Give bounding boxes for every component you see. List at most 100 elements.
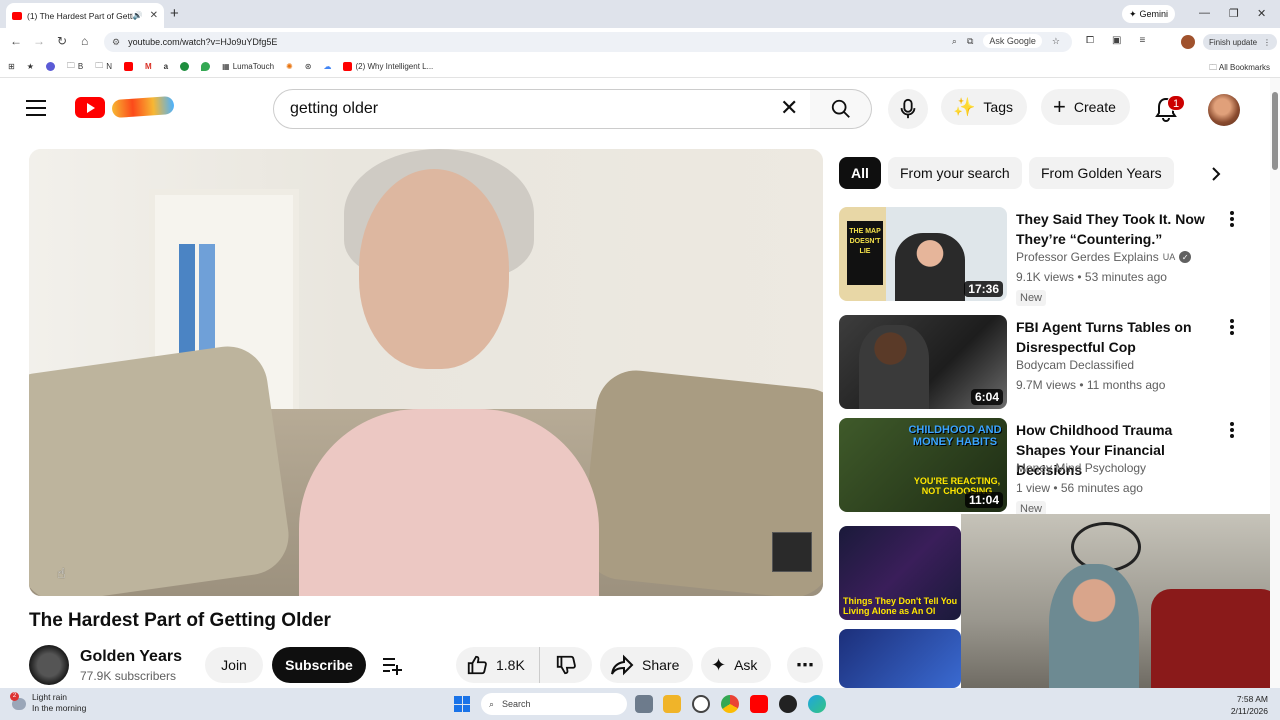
apps-grid-icon[interactable]: ⊞ [8, 62, 15, 71]
app-icon[interactable] [692, 695, 710, 713]
create-button[interactable]: + Create [1041, 89, 1130, 125]
home-icon[interactable]: ⌂ [81, 34, 88, 48]
recommendation-item[interactable]: CHILDHOOD AND MONEY HABITS YOU'RE REACTI… [839, 418, 1249, 517]
bookmark-youtube-video[interactable]: (2) Why Intelligent L... [343, 62, 433, 71]
share-button[interactable]: Share [600, 647, 694, 683]
bookmark-lumatouch[interactable]: ▦ LumaTouch [222, 62, 274, 71]
close-tab-icon[interactable]: ✕ [150, 10, 158, 21]
kebab-menu-icon[interactable]: ⋮ [1263, 38, 1271, 47]
youtube-app-icon[interactable] [750, 695, 768, 713]
recommendation-item[interactable]: 6:04 FBI Agent Turns Tables on Disrespec… [839, 315, 1249, 411]
chip-from-your-search[interactable]: From your search [888, 157, 1022, 189]
dislike-button[interactable] [540, 654, 592, 676]
youtube-logo-icon[interactable] [75, 97, 105, 118]
more-vertical-icon[interactable] [1225, 317, 1239, 337]
recommendation-thumbnail[interactable]: CHILDHOOD AND MONEY HABITS YOU'RE REACTI… [839, 418, 1007, 512]
all-bookmarks-button[interactable]: 🗀 All Bookmarks [1209, 62, 1270, 76]
more-vertical-icon[interactable] [1225, 420, 1239, 440]
minimize-icon[interactable]: — [1199, 7, 1210, 19]
search-input[interactable]: getting older [273, 89, 823, 129]
add-to-playlist-button[interactable] [377, 647, 407, 683]
reload-icon[interactable]: ↻ [57, 34, 67, 48]
install-icon[interactable]: ⧉ [967, 36, 973, 47]
chip-all[interactable]: All [839, 157, 881, 189]
forward-icon[interactable]: → [33, 34, 45, 48]
search-button[interactable] [810, 89, 872, 129]
browser-tab-active[interactable]: (1) The Hardest Part of Getti 🔊 ✕ [6, 3, 164, 28]
bookmark-cloud[interactable]: ☁ [323, 62, 331, 71]
gemini-button[interactable]: ✦ Gemini [1122, 5, 1176, 23]
bookmark-phone[interactable] [180, 62, 190, 71]
chatgpt-icon[interactable] [779, 695, 797, 713]
chip-next-button[interactable] [1200, 158, 1232, 190]
zoom-icon[interactable]: ⌕ [952, 36, 957, 47]
join-button[interactable]: Join [205, 647, 263, 683]
weather-widget[interactable]: 2 Light rain In the morning [10, 692, 86, 714]
like-button[interactable]: 1.8K [456, 647, 540, 683]
browser-profile-avatar[interactable] [1181, 35, 1195, 49]
taskbar-search[interactable]: ⌕ Search [481, 693, 627, 715]
bookmark-folder-n[interactable]: 🗀 N [95, 60, 112, 74]
channel-watermark-logo[interactable] [772, 532, 812, 572]
bookmark-youtube[interactable] [124, 62, 133, 71]
bookmark-maps[interactable] [201, 62, 211, 71]
more-vertical-icon[interactable] [1225, 209, 1239, 229]
thumbnail-person [859, 325, 929, 409]
bookmark-sun[interactable]: ✺ [286, 62, 293, 71]
bookmark-item[interactable] [45, 62, 55, 71]
file-explorer-icon[interactable] [663, 695, 681, 713]
recommendation-thumbnail[interactable]: THE MAP DOESN'T LIE 17:36 [839, 207, 1007, 301]
channel-name[interactable]: Golden Years [80, 648, 182, 666]
address-bar[interactable]: ⚙ youtube.com/watch?v=HJo9uYDfg5E ⌕ ⧉ As… [104, 32, 1072, 52]
more-actions-button[interactable]: ⋯ [787, 647, 823, 683]
thumbs-down-icon [556, 655, 576, 675]
ask-google-label: Ask Google [989, 36, 1036, 46]
recommendation-channel[interactable]: Bodycam Declassified [1016, 358, 1134, 372]
finish-update-button[interactable]: Finish update ⋮ [1203, 34, 1278, 50]
ask-google-button[interactable]: Ask Google [983, 34, 1042, 48]
recommendation-title[interactable]: FBI Agent Turns Tables on Disrespectful … [1016, 317, 1221, 357]
chrome-icon[interactable] [721, 695, 739, 713]
back-icon[interactable]: ← [10, 34, 22, 48]
edge-icon[interactable] [808, 695, 826, 713]
bookmark-amazon[interactable]: a [164, 62, 168, 71]
recommendation-title[interactable]: They Said They Took It. Now They’re “Cou… [1016, 209, 1221, 249]
close-window-icon[interactable]: ✕ [1257, 7, 1266, 20]
recommendation-item[interactable]: THE MAP DOESN'T LIE 17:36 They Said They… [839, 207, 1249, 306]
bookmark-folder-b[interactable]: 🗀 B [67, 60, 83, 74]
speaker-icon[interactable]: 🔊 [133, 11, 143, 20]
scrollbar-thumb[interactable] [1272, 92, 1278, 170]
recommendation-channel[interactable]: Professor Gerdes Explains UA ✓ [1016, 250, 1192, 264]
clear-search-icon[interactable]: ✕ [780, 97, 798, 119]
recommendation-thumbnail[interactable]: Things They Don't Tell You Living Alone … [839, 526, 961, 620]
youtube-doodle-logo[interactable] [111, 95, 175, 119]
bookmark-star-icon[interactable]: ☆ [1052, 36, 1060, 47]
bookmark-globe[interactable]: ⊛ [305, 62, 312, 71]
windows-start-icon[interactable] [454, 696, 470, 712]
ask-button[interactable]: ✦ Ask [701, 647, 772, 683]
recommendation-thumbnail[interactable] [839, 629, 961, 688]
new-tab-button[interactable]: + [170, 5, 179, 22]
youtube-favicon-icon [343, 62, 353, 71]
extensions-icon[interactable]: ⧠ [1086, 35, 1094, 46]
page-scrollbar[interactable] [1270, 78, 1280, 688]
task-view-icon[interactable] [635, 695, 653, 713]
taskbar-clock[interactable]: 7:58 AM 2/11/2026 [1231, 693, 1268, 717]
chip-from-golden-years[interactable]: From Golden Years [1029, 157, 1174, 189]
bookmark-gmail[interactable]: M [145, 62, 152, 71]
video-player[interactable] [29, 149, 823, 596]
recommendation-thumbnail[interactable]: 6:04 [839, 315, 1007, 409]
hamburger-menu-icon[interactable] [26, 100, 46, 116]
media-icon[interactable]: ≡ [1139, 35, 1145, 46]
channel-avatar[interactable] [29, 645, 69, 685]
tags-button[interactable]: ✨ Tags [941, 89, 1027, 125]
site-info-icon[interactable]: ⚙ [112, 37, 120, 48]
recommendation-channel[interactable]: Money Mind Psychology [1016, 461, 1146, 475]
bookmark-star-item[interactable]: ★ [27, 62, 34, 71]
rain-cloud-icon: 2 [10, 692, 26, 710]
account-avatar[interactable] [1208, 94, 1240, 126]
subscribe-button[interactable]: Subscribe [272, 647, 366, 683]
voice-search-button[interactable] [888, 89, 928, 129]
restore-icon[interactable]: ❐ [1229, 7, 1239, 20]
sidepanel-icon[interactable]: ▣ [1112, 35, 1121, 46]
